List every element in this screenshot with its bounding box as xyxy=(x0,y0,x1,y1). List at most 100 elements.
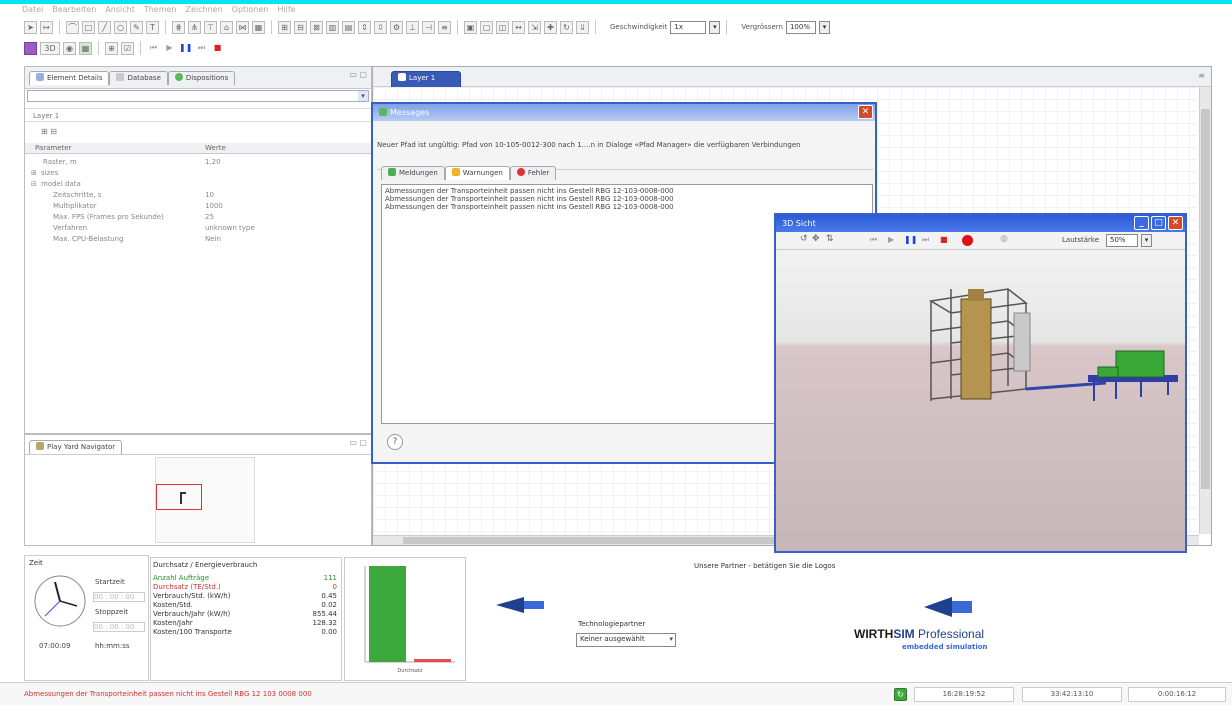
rotate-view-icon[interactable]: ⇅ xyxy=(826,234,834,244)
lift-tool-icon[interactable]: ⇳ xyxy=(374,20,387,34)
shelf-tool-icon[interactable]: ▥ xyxy=(326,20,339,34)
mode-3d-button[interactable]: 3D xyxy=(40,41,60,55)
help-icon[interactable]: ? xyxy=(387,434,403,450)
zoom-select[interactable]: 100% xyxy=(785,20,816,34)
tech-partner-select[interactable]: Keiner ausgewählt ▾ xyxy=(576,633,676,647)
crane-tool-icon[interactable]: ⊤ xyxy=(204,20,217,34)
minimize-icon[interactable]: _ xyxy=(1134,216,1149,230)
rack-tool-icon[interactable]: ⊞ xyxy=(278,20,291,34)
zone-tool-icon[interactable]: ◫ xyxy=(496,20,509,34)
scroll-thumb[interactable] xyxy=(403,537,783,544)
menu-item[interactable]: Themen xyxy=(144,4,177,16)
robot-tool-icon[interactable]: ⚙ xyxy=(390,20,403,34)
list-item[interactable]: Abmessungen der Transporteinheit passen … xyxy=(385,187,869,195)
cross-tool-icon[interactable]: ✚ xyxy=(544,20,557,34)
step-icon[interactable]: ⏭ xyxy=(195,42,208,55)
ellipse-tool-icon[interactable]: ○ xyxy=(114,20,127,34)
param-value[interactable]: 25 xyxy=(205,212,214,222)
status-ok-icon[interactable]: ↻ xyxy=(894,688,907,701)
connect-arrow-icon[interactable]: ↦ xyxy=(40,20,53,34)
tab-database[interactable]: Database xyxy=(109,71,168,85)
tab-dispositions[interactable]: Dispositions xyxy=(167,71,236,85)
measure-tool-icon[interactable]: ↔ xyxy=(512,20,525,34)
table-row[interactable]: Zeitschritte, s 10 xyxy=(25,190,371,200)
tab-layer[interactable]: Layer 1 xyxy=(391,71,461,87)
menu-item[interactable]: Ansicht xyxy=(105,4,135,16)
table-row[interactable]: ⊟ model data xyxy=(25,179,371,189)
conveyor-tool-icon[interactable]: ⋔ xyxy=(188,20,201,34)
canvas-vertical-scrollbar[interactable] xyxy=(1199,87,1211,534)
polygon-tool-icon[interactable]: ⌒ xyxy=(66,20,79,34)
viewport-rect[interactable] xyxy=(156,484,202,510)
reset-view-icon[interactable]: ↺ xyxy=(800,234,808,244)
close-icon[interactable]: ✕ xyxy=(1168,216,1183,230)
param-value[interactable]: unknown type xyxy=(205,223,255,233)
chevron-down-icon[interactable]: ▾ xyxy=(669,634,673,645)
param-value[interactable]: 1000 xyxy=(205,201,223,211)
menu-item[interactable]: Hilfe xyxy=(277,4,295,16)
expand-collapse-icons[interactable]: ⊞ ⊟ xyxy=(41,127,57,136)
buffer-tool-icon[interactable]: ≡ xyxy=(438,20,451,34)
tab-navigator[interactable]: Play Yard Navigator xyxy=(29,440,123,454)
play-icon[interactable]: ▶ xyxy=(888,235,894,244)
track-tool-icon[interactable]: ⋈ xyxy=(236,20,249,34)
zone-tool-icon[interactable]: ▣ xyxy=(464,20,477,34)
minimize-maximize-icon[interactable]: ▭ ▢ xyxy=(349,70,367,79)
rewind-icon[interactable]: ⏮ xyxy=(870,235,877,245)
speed-select[interactable]: 1x xyxy=(670,20,707,34)
stop-icon[interactable]: ■ xyxy=(211,42,224,55)
close-icon[interactable]: ✕ xyxy=(858,105,873,119)
tab-meldungen[interactable]: Meldungen xyxy=(381,166,445,180)
lift-tool-icon[interactable]: ⇕ xyxy=(358,20,371,34)
play-icon[interactable]: ▶ xyxy=(163,42,176,55)
shelf-tool-icon[interactable]: ▤ xyxy=(342,20,355,34)
tab-element-details[interactable]: Element Details xyxy=(29,71,110,85)
menu-item[interactable]: Datei xyxy=(22,4,43,16)
expand-icon[interactable]: ⊞ xyxy=(31,168,37,178)
move-down-tool-icon[interactable]: ⇓ xyxy=(576,20,589,34)
pan-view-icon[interactable]: ✥ xyxy=(812,234,820,244)
element-select[interactable]: ▾ xyxy=(27,90,369,102)
rack-tool-icon[interactable]: ⊠ xyxy=(310,20,323,34)
stop-time-field[interactable]: 00 : 00 : 00 xyxy=(93,622,145,632)
check-icon[interactable]: ☑ xyxy=(121,41,134,55)
rotate-tool-icon[interactable]: ↻ xyxy=(560,20,573,34)
eye-icon[interactable]: ◉ xyxy=(63,41,76,55)
volume-select[interactable]: 50% xyxy=(1106,234,1138,247)
maximize-icon[interactable]: □ xyxy=(1151,216,1166,230)
pen-tool-icon[interactable]: ✎ xyxy=(130,20,143,34)
menu-item[interactable]: Zeichnen xyxy=(186,4,223,16)
conveyor-tool-icon[interactable]: ⋕ xyxy=(172,20,185,34)
tab-fehler[interactable]: Fehler xyxy=(509,166,557,180)
station-tool-icon[interactable]: ▦ xyxy=(252,20,265,34)
navigator-minimap[interactable] xyxy=(155,457,255,543)
partner-logo-icon[interactable] xyxy=(494,595,546,615)
param-value[interactable]: 1,20 xyxy=(205,157,221,167)
table-row[interactable]: Max. FPS (Frames pro Sekunde) 25 xyxy=(25,212,371,222)
list-item[interactable]: Abmessungen der Transporteinheit passen … xyxy=(385,203,869,211)
table-row[interactable]: Multiplikator 1000 xyxy=(25,201,371,211)
param-value[interactable]: 10 xyxy=(205,190,214,200)
view-3d-scene[interactable] xyxy=(776,251,1185,551)
record-icon[interactable] xyxy=(962,235,973,246)
list-item[interactable]: Abmessungen der Transporteinheit passen … xyxy=(385,195,869,203)
zone-tool-icon[interactable]: ▢ xyxy=(480,20,493,34)
vehicle-tool-icon[interactable]: ⌂ xyxy=(220,20,233,34)
canvas-menu-icon[interactable]: ≡ xyxy=(1198,71,1205,80)
stop-icon[interactable]: ■ xyxy=(940,235,948,244)
scroll-thumb[interactable] xyxy=(1201,109,1210,489)
line-tool-icon[interactable]: ╱ xyxy=(98,20,111,34)
sink-tool-icon[interactable]: ⊣ xyxy=(422,20,435,34)
tab-warnungen[interactable]: Warnungen xyxy=(444,166,510,180)
select-arrow-icon[interactable]: ➤ xyxy=(24,20,37,34)
pause-icon[interactable]: ❚❚ xyxy=(904,235,917,244)
table-row[interactable]: Verfahren unknown type xyxy=(25,223,371,233)
table-row[interactable]: Raster, m 1,20 xyxy=(25,157,371,167)
menu-item[interactable]: Optionen xyxy=(232,4,269,16)
table-row[interactable]: ⊞ sizes xyxy=(25,168,371,178)
step-icon[interactable]: ⏭ xyxy=(922,235,929,245)
layers-icon[interactable] xyxy=(24,41,37,55)
table-row[interactable]: Max. CPU-Belastung Nein xyxy=(25,234,371,244)
text-tool-icon[interactable]: T xyxy=(146,20,159,34)
minimize-maximize-icon[interactable]: ▭ ▢ xyxy=(349,438,367,447)
